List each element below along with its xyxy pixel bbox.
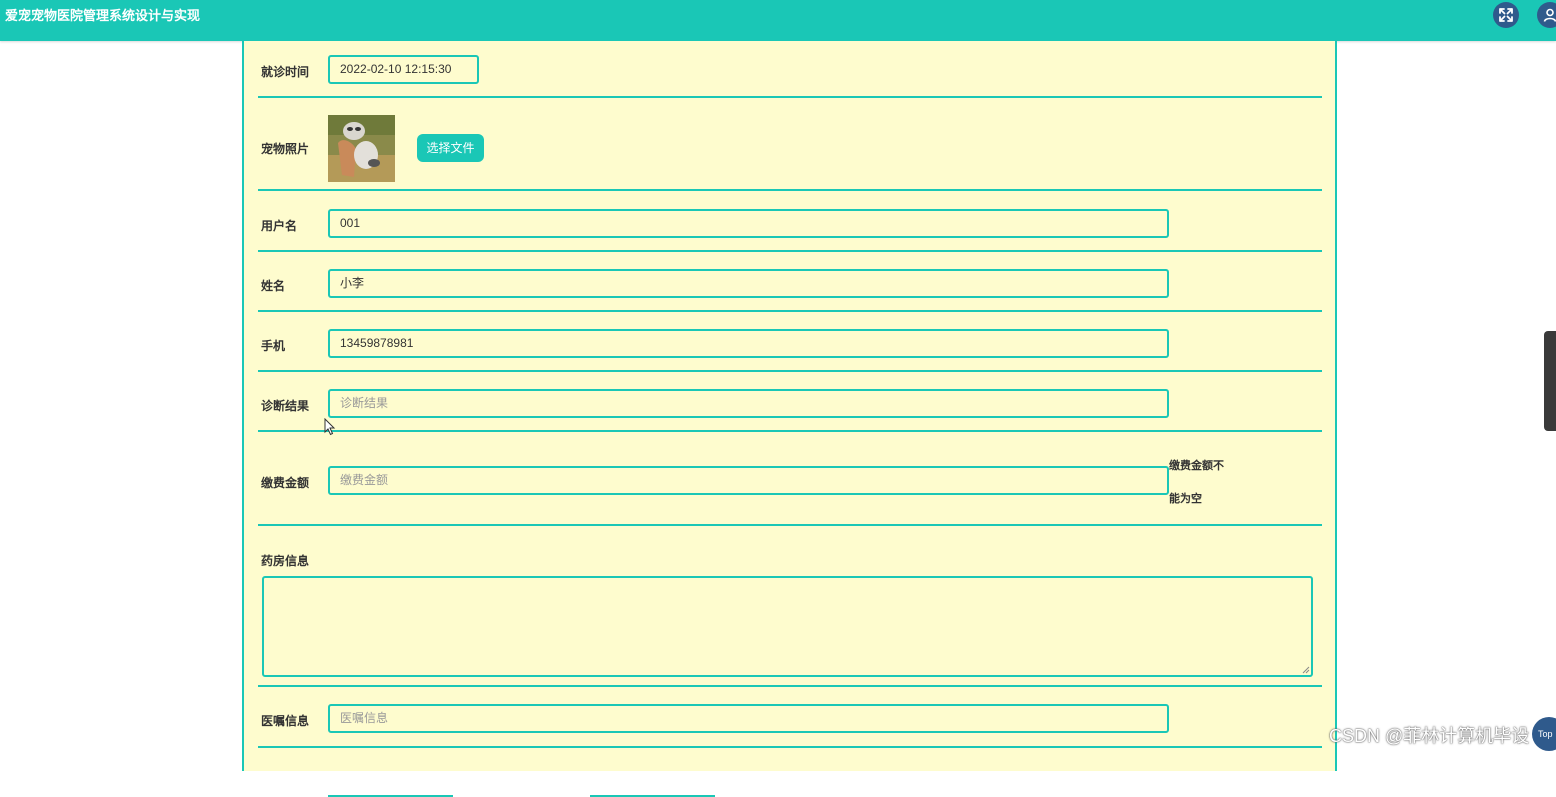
- app-title: 爱宠宠物医院管理系统设计与实现: [5, 8, 201, 23]
- fullscreen-icon[interactable]: [1493, 2, 1519, 28]
- username-input[interactable]: 001: [328, 209, 1169, 238]
- advice-label: 医嘱信息: [261, 714, 310, 728]
- row-divider: [258, 430, 1322, 432]
- name-input[interactable]: 小李: [328, 269, 1169, 298]
- resize-grip-icon[interactable]: [1302, 666, 1310, 674]
- watermark: CSDN @菲林计算机毕设: [1329, 726, 1530, 746]
- username-label: 用户名: [261, 219, 298, 233]
- top-bar: 爱宠宠物医院管理系统设计与实现: [0, 0, 1556, 41]
- row-divider: [258, 96, 1322, 98]
- row-divider: [258, 250, 1322, 252]
- phone-input[interactable]: 13459878981: [328, 329, 1169, 358]
- pharmacy-label: 药房信息: [261, 554, 310, 568]
- pet-photo-label: 宠物照片: [261, 142, 310, 156]
- visit-time-label: 就诊时间: [261, 65, 310, 79]
- row-divider: [258, 685, 1322, 687]
- payment-error-line2: 能为空: [1169, 493, 1202, 505]
- payment-label: 缴费金额: [261, 476, 310, 490]
- choose-file-button[interactable]: 选择文件: [417, 134, 484, 162]
- row-divider: [258, 524, 1322, 526]
- payment-input[interactable]: 缴费金额: [328, 466, 1169, 495]
- visit-time-input[interactable]: 2022-02-10 12:15:30: [328, 55, 479, 84]
- payment-error-line1: 缴费金额不: [1169, 460, 1224, 472]
- scrollbar-thumb[interactable]: [1544, 331, 1556, 431]
- user-icon[interactable]: [1537, 2, 1556, 28]
- cursor-icon: [324, 418, 336, 436]
- form-panel: 就诊时间 2022-02-10 12:15:30 宠物照片 选择文件 用户名 0…: [242, 41, 1337, 797]
- diagnosis-input[interactable]: 诊断结果: [328, 389, 1169, 418]
- row-divider: [258, 310, 1322, 312]
- row-divider: [258, 189, 1322, 191]
- pharmacy-textarea[interactable]: [262, 576, 1313, 677]
- name-label: 姓名: [261, 279, 286, 293]
- back-to-top-button[interactable]: Top: [1532, 717, 1556, 751]
- diagnosis-label: 诊断结果: [261, 399, 310, 413]
- advice-input[interactable]: 医嘱信息: [328, 704, 1169, 733]
- row-divider: [258, 370, 1322, 372]
- row-divider: [258, 746, 1322, 748]
- pet-photo-image: [328, 115, 395, 182]
- phone-label: 手机: [261, 339, 286, 353]
